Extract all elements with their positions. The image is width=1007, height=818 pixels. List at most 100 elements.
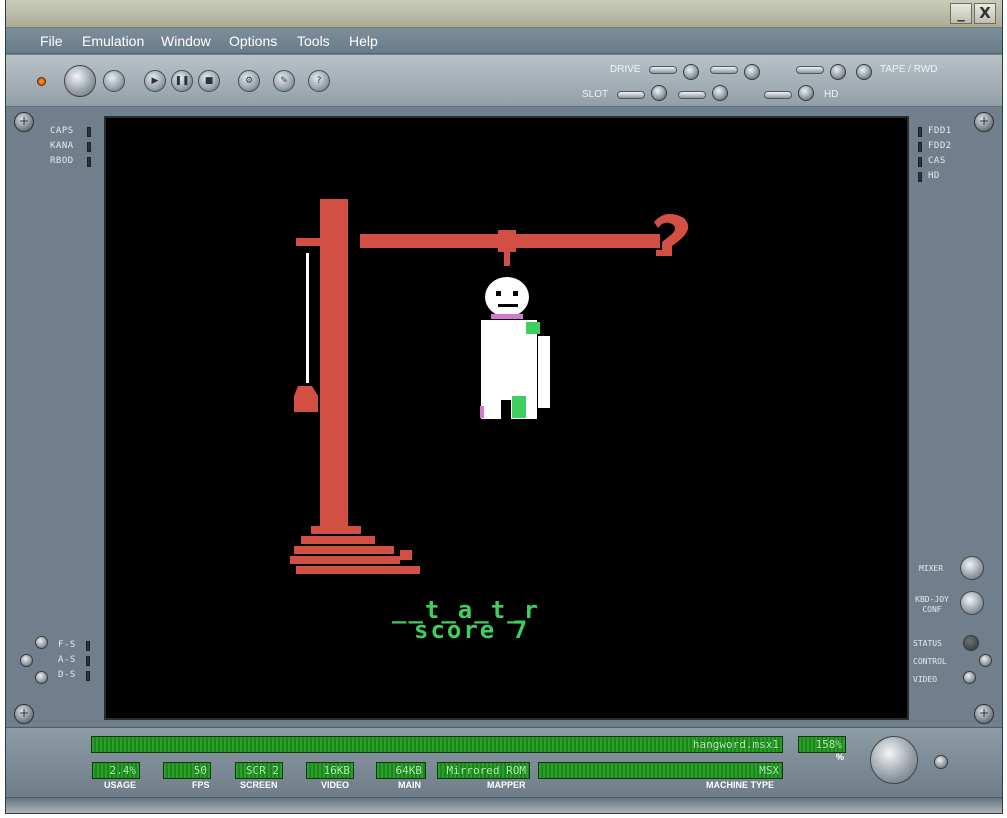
tools-wrench-button[interactable]: ✎ (273, 70, 295, 92)
power-knob[interactable] (64, 65, 96, 97)
close-button[interactable]: X (974, 3, 996, 24)
slot-1-pill[interactable] (617, 91, 645, 99)
slot-label: SLOT (582, 89, 609, 100)
base-5 (296, 566, 420, 574)
gallows-post (320, 199, 348, 529)
collar (491, 314, 523, 319)
bottom-rim (6, 797, 1002, 813)
noose (504, 252, 510, 266)
hd-pill[interactable] (764, 91, 792, 99)
speed-reset-button[interactable] (934, 755, 948, 769)
hd-led: HD (918, 171, 968, 183)
as-led: A-S (58, 655, 94, 667)
power-led-icon (37, 77, 46, 86)
speed-knob[interactable] (870, 736, 918, 784)
drive-a-slot[interactable] (649, 66, 677, 74)
menu-window[interactable]: Window (161, 33, 211, 49)
hangman-head (485, 277, 529, 317)
screw-icon: + (14, 704, 34, 724)
mixer-knob[interactable] (960, 556, 984, 580)
shoulder-shade (526, 322, 540, 334)
drive-b-slot[interactable] (710, 66, 738, 74)
video-caption: VIDEO (321, 780, 350, 790)
machine-type-caption: MACHINE TYPE (706, 780, 775, 790)
menu-help[interactable]: Help (349, 33, 378, 49)
fs-led: F-S (58, 640, 94, 652)
score-text: score 7 (414, 616, 530, 644)
screen-mode-display: SCR 2 (235, 762, 283, 779)
fdd1-led: FDD1 (918, 126, 968, 138)
menu-tools[interactable]: Tools (297, 33, 330, 49)
status-bar: hangword.msx1 2.4% USAGE 50 FPS SCR 2 SC… (6, 727, 1002, 797)
emulator-screen[interactable]: __t_a_t_r score 7 (104, 116, 909, 720)
slot-1-eject-knob[interactable] (651, 85, 667, 101)
right-panel: + FDD1 FDD2 CAS HD MIXER KBD-JOY CONF ST… (910, 108, 1002, 728)
slot-2-eject-knob[interactable] (712, 85, 728, 101)
ds-knob[interactable] (35, 671, 48, 684)
hook-tip (656, 250, 666, 256)
status-toggle[interactable] (963, 635, 979, 651)
rom-filename-display: hangword.msx1 (91, 736, 783, 753)
mapper-display: Mirrored ROM (437, 762, 530, 779)
machine-type-display: MSX (538, 762, 783, 779)
main-caption: MAIN (398, 780, 421, 790)
video-ram-display: 16KB (306, 762, 354, 779)
post-hook (296, 238, 322, 246)
caps-led: CAPS (50, 126, 94, 138)
ds-led: D-S (58, 670, 94, 682)
leg-gap (501, 400, 511, 420)
emulator-window: _ X File Emulation Window Options Tools … (5, 0, 1003, 814)
mouth (498, 304, 518, 307)
title-bar[interactable]: _ X (6, 0, 1002, 28)
slot-2-pill[interactable] (678, 91, 706, 99)
mixer-label: MIXER (918, 564, 944, 573)
as-knob[interactable] (20, 654, 33, 667)
rope (306, 253, 309, 383)
control-toggle[interactable] (979, 654, 992, 667)
drive-a-eject-knob[interactable] (683, 64, 699, 80)
drive-label: DRIVE (610, 64, 641, 75)
screen-caption: SCREEN (240, 780, 278, 790)
usage-display: 2.4% (92, 762, 140, 779)
base-4 (290, 556, 400, 564)
base-2 (301, 536, 375, 544)
hd-eject-knob[interactable] (798, 85, 814, 101)
tape-slot[interactable] (796, 66, 824, 74)
fps-display: 50 (163, 762, 211, 779)
menu-bar: File Emulation Window Options Tools Help (6, 28, 1002, 54)
video-label: VIDEO (913, 675, 938, 684)
stop-button[interactable]: ■ (198, 70, 220, 92)
drive-b-eject-knob[interactable] (744, 64, 760, 80)
speed-caption: % (836, 752, 845, 762)
fps-caption: FPS (192, 780, 210, 790)
reset-button[interactable] (103, 70, 125, 92)
right-eye (513, 291, 518, 296)
status-label: STATUS (913, 639, 942, 648)
leg-shade (512, 396, 526, 418)
minimize-button[interactable]: _ (950, 3, 972, 24)
fs-knob[interactable] (35, 636, 48, 649)
toolbar: ▶ ❚❚ ■ ⚙ ✎ ? DRIVE SLOT TAPE / RWD HD (6, 55, 1002, 107)
play-button[interactable]: ▶ (144, 70, 166, 92)
right-arm (538, 336, 550, 408)
speed-display: 158% (798, 736, 846, 753)
menu-file[interactable]: File (40, 33, 63, 49)
tape-eject-knob[interactable] (830, 64, 846, 80)
hangman-figure (480, 277, 550, 420)
left-eye (496, 291, 501, 296)
pause-button[interactable]: ❚❚ (171, 70, 193, 92)
help-button[interactable]: ? (308, 70, 330, 92)
screw-icon: + (14, 112, 34, 132)
kana-led: KANA (50, 141, 94, 153)
menu-options[interactable]: Options (229, 33, 277, 49)
properties-button[interactable]: ⚙ (238, 70, 260, 92)
kbd-joy-knob[interactable] (960, 591, 984, 615)
tape-label: TAPE / RWD (880, 64, 938, 75)
menu-emulation[interactable]: Emulation (82, 33, 144, 49)
edge-fringe (480, 406, 484, 418)
video-toggle[interactable] (963, 671, 976, 684)
rope-weight (294, 386, 318, 412)
cas-led: CAS (918, 156, 968, 168)
tape-rewind-knob[interactable] (856, 64, 872, 80)
kbd-joy-conf-label: KBD-JOY CONF (915, 595, 949, 614)
